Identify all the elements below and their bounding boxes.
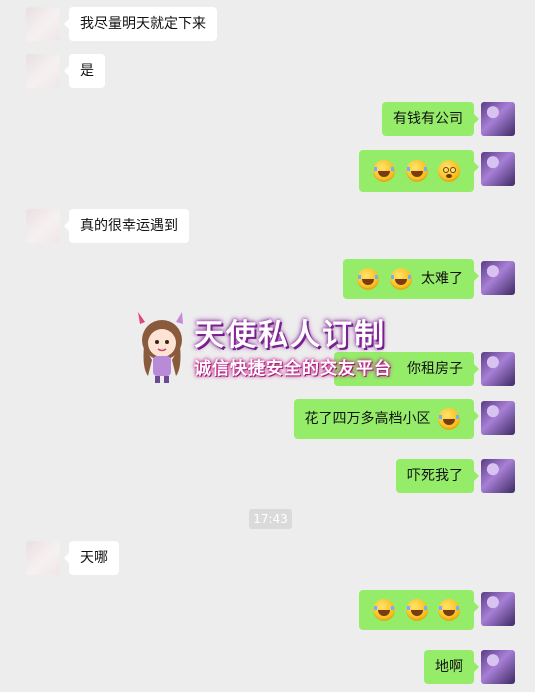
- message-text: 花了四万多高档小区: [304, 411, 431, 427]
- message-text: 吓死我了: [407, 468, 463, 484]
- laughing-tears-emoji-icon: [438, 408, 460, 430]
- message-bubble[interactable]: 天哪: [64, 541, 119, 575]
- message-bubble[interactable]: 太难了: [343, 259, 479, 299]
- message-text: 是: [80, 63, 94, 79]
- watermark: 天使私人订制 诚信快捷安全的交友平台: [128, 310, 418, 388]
- message-bubble[interactable]: 真的很幸运遇到: [64, 209, 189, 243]
- avatar[interactable]: [26, 7, 60, 41]
- message-bubble[interactable]: 地啊: [424, 650, 479, 684]
- timestamp: 17:43: [249, 509, 292, 529]
- message-bubble[interactable]: [359, 150, 479, 192]
- avatar[interactable]: [481, 459, 515, 493]
- message-text: 天哪: [80, 550, 108, 566]
- message-text: 有钱有公司: [393, 111, 463, 127]
- watermark-title: 天使私人订制: [194, 318, 386, 353]
- message-bubble[interactable]: 花了四万多高档小区: [293, 399, 480, 439]
- message-text: 真的很幸运遇到: [80, 218, 178, 234]
- dizzy-face-emoji-icon: [438, 160, 460, 182]
- watermark-subtitle: 诚信快捷安全的交友平台: [194, 359, 392, 379]
- avatar[interactable]: [481, 102, 515, 136]
- cartoon-girl-icon: [138, 312, 183, 383]
- avatar[interactable]: [481, 401, 515, 435]
- laughing-tears-emoji-icon: [373, 160, 396, 182]
- message-bubble[interactable]: 我尽量明天就定下来: [64, 7, 217, 41]
- laughing-tears-emoji-icon: [373, 599, 396, 621]
- message-bubble[interactable]: 是: [64, 54, 105, 88]
- message-text: 太难了: [421, 271, 463, 287]
- laughing-tears-emoji-icon: [438, 599, 460, 621]
- message-bubble[interactable]: 吓死我了: [396, 459, 479, 493]
- avatar[interactable]: [26, 209, 60, 243]
- laughing-tears-emoji-icon: [357, 268, 380, 290]
- avatar[interactable]: [481, 261, 515, 295]
- avatar[interactable]: [26, 541, 60, 575]
- avatar[interactable]: [26, 54, 60, 88]
- laughing-tears-emoji-icon: [405, 599, 428, 621]
- avatar[interactable]: [481, 592, 515, 626]
- laughing-tears-emoji-icon: [405, 160, 428, 182]
- laughing-tears-emoji-icon: [389, 268, 412, 290]
- message-bubble[interactable]: [359, 590, 479, 630]
- avatar[interactable]: [481, 152, 515, 186]
- message-text: 我尽量明天就定下来: [80, 16, 206, 32]
- avatar[interactable]: [481, 650, 515, 684]
- message-text: 地啊: [435, 659, 463, 675]
- avatar[interactable]: [481, 352, 515, 386]
- message-bubble[interactable]: 有钱有公司: [382, 102, 479, 136]
